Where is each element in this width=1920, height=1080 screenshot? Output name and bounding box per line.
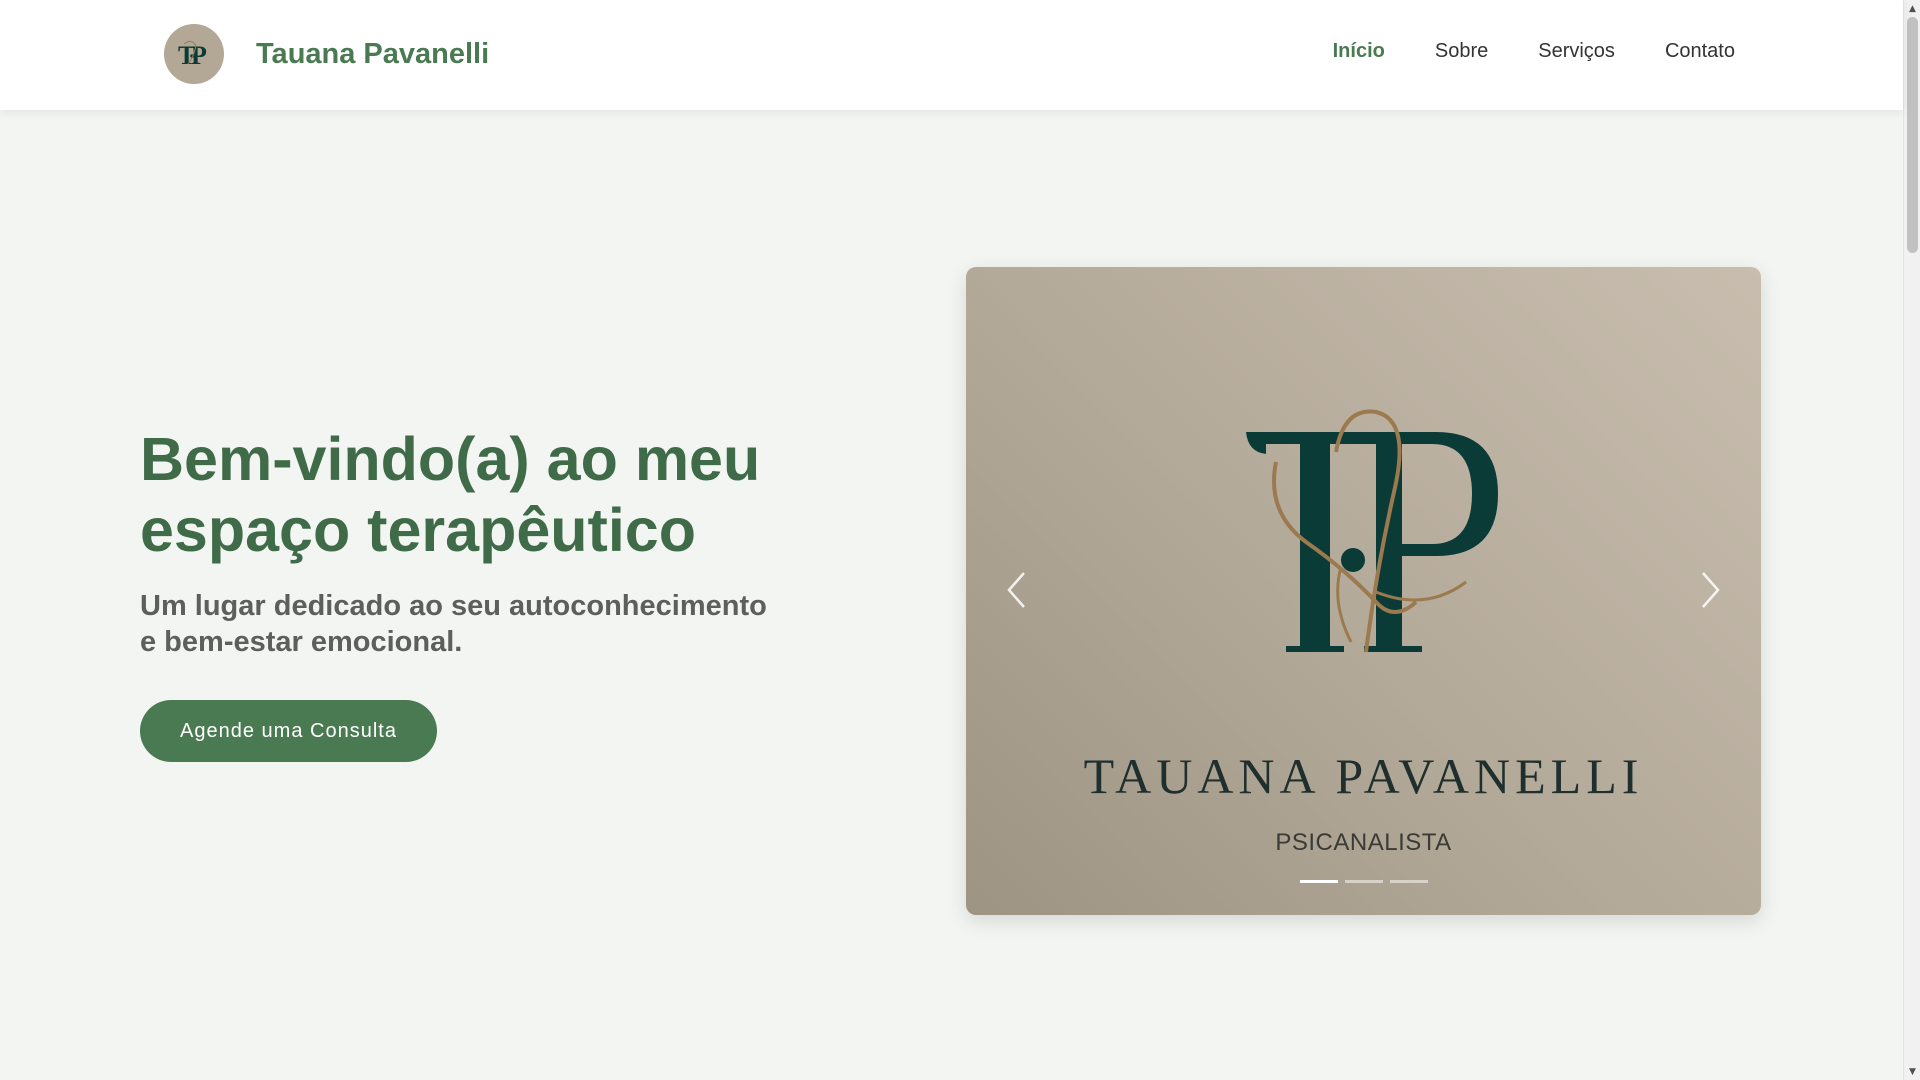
carousel-indicator-3[interactable]: [1389, 880, 1428, 883]
carousel-indicator-1[interactable]: [1299, 880, 1338, 883]
page: T P Tauana Pavanelli Início Sobre Serviç…: [0, 0, 1903, 1080]
scrollbar-thumb[interactable]: [1907, 17, 1918, 253]
slide-title: TAUANA PAVANELLI: [1083, 748, 1644, 804]
slide-subtitle: PSICANALISTA: [1275, 829, 1452, 856]
brand-logo[interactable]: T P: [164, 24, 224, 84]
hero-subtitle: Um lugar dedicado ao seu autoconheciment…: [140, 588, 840, 660]
hero-carousel: TAUANA PAVANELLI PSICANALISTA: [966, 267, 1761, 915]
carousel-next-button[interactable]: [1691, 565, 1731, 615]
hero-title-line-2: espaço terapêutico: [140, 496, 696, 564]
nav-item-inicio[interactable]: Início: [1333, 40, 1385, 63]
hero-subtitle-line-1: Um lugar dedicado ao seu autoconheciment…: [140, 590, 767, 622]
hero-title-line-1: Bem-vindo(a) ao meu: [140, 425, 761, 493]
carousel-indicators: [966, 880, 1761, 883]
brand[interactable]: T P Tauana Pavanelli: [164, 24, 489, 84]
nav-item-servicos[interactable]: Serviços: [1538, 40, 1615, 63]
page-scrollbar[interactable]: ▲ ▼: [1903, 0, 1920, 1080]
chevron-right-icon: [1702, 572, 1720, 608]
scroll-down-arrow-icon[interactable]: ▼: [1904, 1063, 1920, 1080]
tp-monogram-logo-icon: [1246, 409, 1498, 653]
nav-item-sobre[interactable]: Sobre: [1435, 40, 1488, 63]
main-nav: Início Sobre Serviços Contato: [1333, 40, 1735, 63]
nav-item-contato[interactable]: Contato: [1665, 40, 1735, 63]
carousel-indicator-2[interactable]: [1344, 880, 1383, 883]
brand-name[interactable]: Tauana Pavanelli: [256, 38, 489, 71]
carousel-prev-button[interactable]: [996, 565, 1036, 615]
site-header: T P Tauana Pavanelli Início Sobre Serviç…: [0, 0, 1903, 110]
chevron-left-icon: [1007, 572, 1025, 608]
hero-subtitle-line-2: e bem-estar emocional.: [140, 626, 463, 658]
book-consultation-button[interactable]: Agende uma Consulta: [140, 700, 437, 762]
tp-monogram-icon: T P: [178, 40, 207, 70]
hero-title: Bem-vindo(a) ao meu espaço terapêutico: [140, 424, 840, 566]
hero-section: Bem-vindo(a) ao meu espaço terapêutico U…: [140, 424, 840, 762]
scroll-up-arrow-icon[interactable]: ▲: [1904, 0, 1920, 17]
